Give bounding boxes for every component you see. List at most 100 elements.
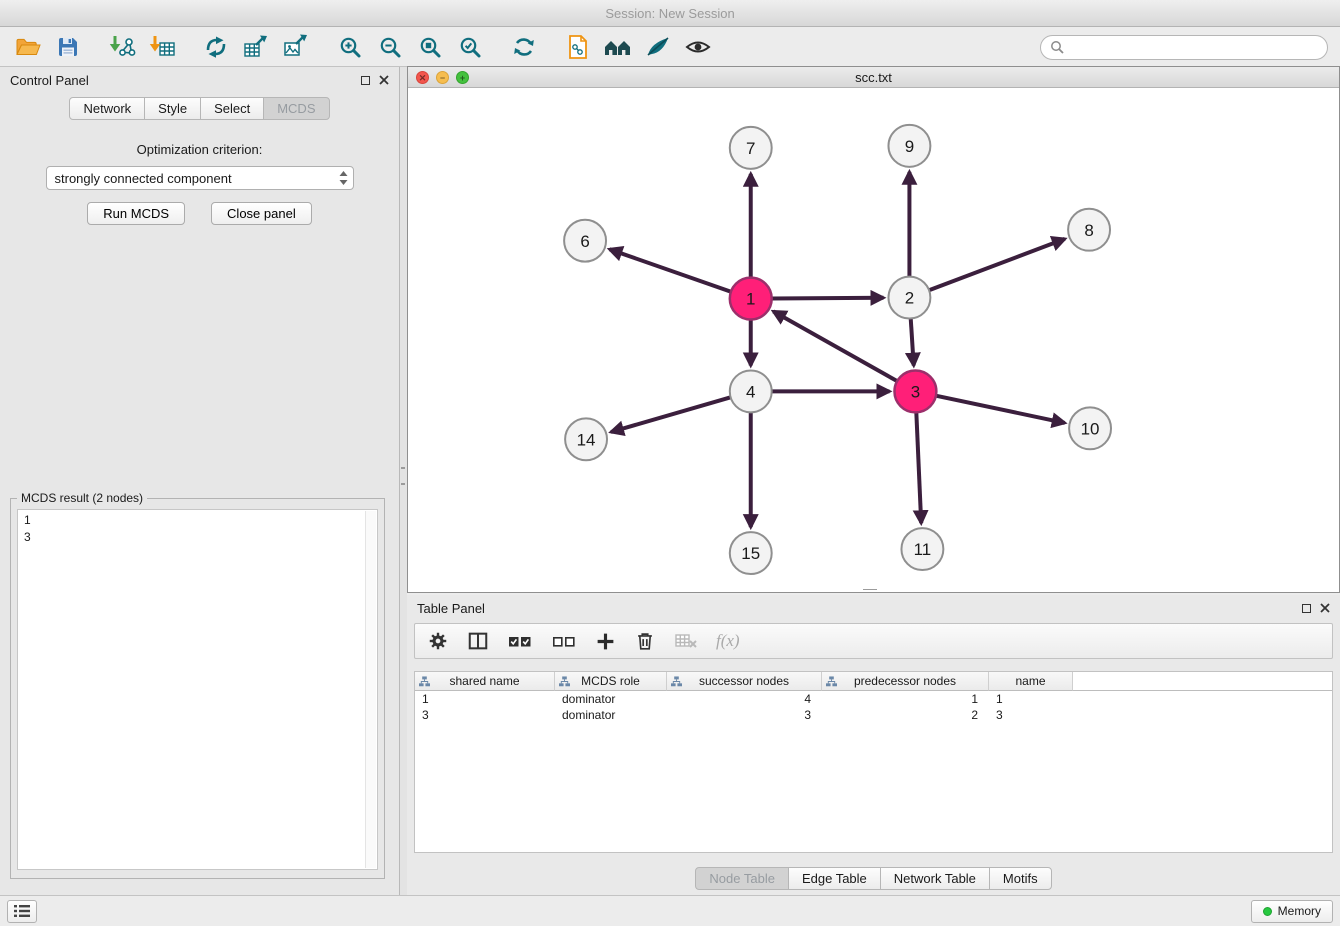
attribute-icon xyxy=(559,676,570,687)
show-columns-button[interactable] xyxy=(467,630,489,652)
zoom-out-button[interactable] xyxy=(374,31,406,63)
zoom-fit-button[interactable] xyxy=(414,31,446,63)
graph-node-3[interactable]: 3 xyxy=(894,370,936,412)
table-settings-button[interactable] xyxy=(427,630,449,652)
tab-select[interactable]: Select xyxy=(200,97,264,120)
node-label: 7 xyxy=(746,139,755,158)
column-header-name[interactable]: name xyxy=(989,672,1073,691)
graph-node-6[interactable]: 6 xyxy=(564,220,606,262)
result-scrollbar[interactable] xyxy=(365,511,376,868)
column-header-successor-nodes[interactable]: successor nodes xyxy=(667,672,822,691)
attribute-icon xyxy=(419,676,430,687)
import-group xyxy=(106,31,178,63)
graph-node-7[interactable]: 7 xyxy=(730,127,772,169)
table-panel: Table Panel xyxy=(407,595,1340,895)
graph-edge[interactable] xyxy=(936,396,1065,423)
create-column-button[interactable] xyxy=(595,631,616,652)
tab-edge-table[interactable]: Edge Table xyxy=(788,867,881,890)
graph-edge[interactable] xyxy=(773,311,897,381)
graph-node-9[interactable]: 9 xyxy=(888,125,930,167)
tab-mcds[interactable]: MCDS xyxy=(263,97,329,120)
memory-button[interactable]: Memory xyxy=(1251,900,1333,923)
graph-edge[interactable] xyxy=(611,397,731,432)
close-panel-button[interactable]: Close panel xyxy=(211,202,312,225)
panel-splitter[interactable] xyxy=(400,67,407,895)
close-panel-icon[interactable] xyxy=(379,75,389,85)
refresh-layout-button[interactable] xyxy=(508,31,540,63)
graph-node-15[interactable]: 15 xyxy=(730,532,772,574)
main-toolbar xyxy=(0,28,1340,67)
unselect-all-columns-button[interactable] xyxy=(551,630,577,652)
save-session-button[interactable] xyxy=(52,31,84,63)
zoom-fit-icon xyxy=(418,35,442,59)
window-resize-grip[interactable] xyxy=(863,589,877,593)
select-all-columns-button[interactable] xyxy=(507,630,533,652)
import-table-button[interactable] xyxy=(146,31,178,63)
delete-column-button[interactable] xyxy=(634,630,656,652)
node-label: 11 xyxy=(914,540,932,559)
table-row[interactable]: 1 dominator 4 1 1 xyxy=(415,691,1332,707)
network-canvas[interactable]: 7 9 6 8 1 2 4 3 14 10 15 11 xyxy=(408,89,1339,592)
cell-name: 3 xyxy=(989,708,1073,722)
zoom-in-icon xyxy=(338,35,362,59)
cell-shared-name: 3 xyxy=(415,708,555,722)
import-network-button[interactable] xyxy=(106,31,138,63)
zoom-window-button[interactable]: + xyxy=(456,71,469,84)
tab-node-table[interactable]: Node Table xyxy=(695,867,789,890)
houses-icon xyxy=(603,35,633,59)
column-header-mcds-role[interactable]: MCDS role xyxy=(555,672,667,691)
mcds-result-box[interactable]: 1 3 xyxy=(17,509,378,870)
export-group xyxy=(200,31,312,63)
network-arrows-button[interactable] xyxy=(200,31,232,63)
export-image-button[interactable] xyxy=(280,31,312,63)
application-window: { "window": { "title": "Session: New Ses… xyxy=(0,0,1340,926)
refresh-icon xyxy=(511,34,537,60)
graph-edge[interactable] xyxy=(911,319,914,366)
float-panel-icon[interactable] xyxy=(361,76,370,85)
graph-node-10[interactable]: 10 xyxy=(1069,407,1111,449)
run-mcds-button[interactable]: Run MCDS xyxy=(87,202,185,225)
tab-network-table[interactable]: Network Table xyxy=(880,867,990,890)
search-input[interactable] xyxy=(1069,40,1318,55)
export-network-button[interactable] xyxy=(562,31,594,63)
selected-criterion: strongly connected component xyxy=(55,171,337,186)
graph-node-2[interactable]: 2 xyxy=(888,277,930,319)
graph-node-11[interactable]: 11 xyxy=(901,528,943,570)
show-hide-button[interactable] xyxy=(682,31,714,63)
graph-node-14[interactable]: 14 xyxy=(565,418,607,460)
column-header-predecessor-nodes[interactable]: predecessor nodes xyxy=(822,672,989,691)
table-panel-title: Table Panel xyxy=(417,601,485,616)
graph-edge[interactable] xyxy=(772,298,884,299)
graph-node-8[interactable]: 8 xyxy=(1068,209,1110,251)
columns-icon xyxy=(467,630,489,652)
network-graph[interactable]: 7 9 6 8 1 2 4 3 14 10 15 11 xyxy=(408,89,1339,592)
minimize-window-button[interactable]: − xyxy=(436,71,449,84)
column-header-shared-name[interactable]: shared name xyxy=(415,672,555,691)
style-button[interactable] xyxy=(642,31,674,63)
node-label: 2 xyxy=(905,289,914,308)
cell-predecessor-nodes: 1 xyxy=(822,692,989,706)
float-table-panel-icon[interactable] xyxy=(1302,604,1311,613)
zoom-selected-button[interactable] xyxy=(454,31,486,63)
tab-motifs[interactable]: Motifs xyxy=(989,867,1052,890)
graph-node-4[interactable]: 4 xyxy=(730,370,772,412)
export-table-button[interactable] xyxy=(240,31,272,63)
open-session-button[interactable] xyxy=(12,31,44,63)
column-label: shared name xyxy=(449,674,519,688)
table-row[interactable]: 3 dominator 3 2 3 xyxy=(415,707,1332,723)
close-table-panel-icon[interactable] xyxy=(1320,603,1330,613)
import-network-icon xyxy=(109,34,136,60)
home-button[interactable] xyxy=(602,31,634,63)
close-window-button[interactable]: ✕ xyxy=(416,71,429,84)
optimization-criterion-select[interactable]: strongly connected component xyxy=(46,166,354,190)
control-panel-title: Control Panel xyxy=(10,73,89,88)
graph-edge[interactable] xyxy=(929,239,1065,290)
graph-node-1[interactable]: 1 xyxy=(730,278,772,320)
graph-edge[interactable] xyxy=(610,249,731,291)
zoom-in-button[interactable] xyxy=(334,31,366,63)
tab-style[interactable]: Style xyxy=(144,97,201,120)
import-table-icon xyxy=(149,34,176,60)
task-history-button[interactable] xyxy=(7,900,37,923)
tab-network[interactable]: Network xyxy=(69,97,145,120)
graph-edge[interactable] xyxy=(916,412,921,523)
